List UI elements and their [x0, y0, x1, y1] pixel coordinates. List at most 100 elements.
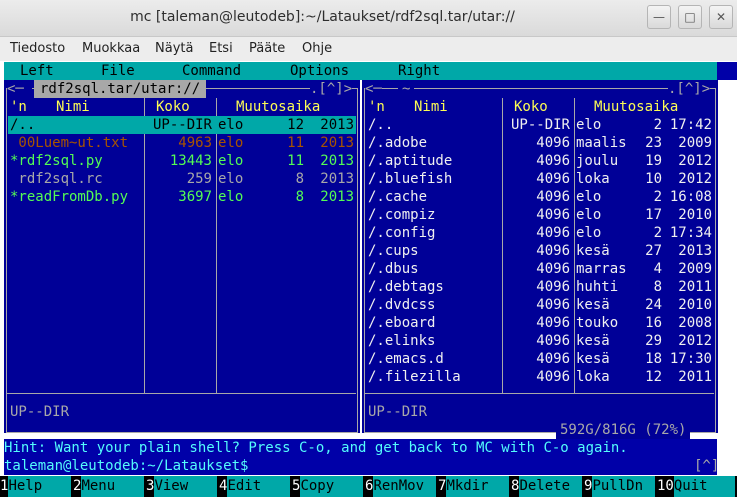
file-name: /.. — [368, 117, 394, 133]
left-col-size[interactable]: Koko — [156, 98, 190, 116]
file-size: 259 — [186, 171, 212, 187]
file-time: 2011 — [678, 279, 712, 295]
close-button[interactable]: ✕ — [709, 5, 733, 29]
file-time: 2010 — [678, 207, 712, 223]
window-title: mc [taleman@leutodeb]:~/Lataukset/rdf2sq… — [130, 9, 515, 25]
file-day: 2 — [653, 225, 662, 241]
right-col-name[interactable]: Nimi — [414, 98, 448, 116]
minimize-button[interactable]: — — [647, 5, 671, 29]
menu-tiedosto[interactable]: Tiedosto — [10, 41, 65, 56]
left-col-name[interactable]: Nimi — [56, 98, 90, 116]
file-month: elo — [218, 117, 244, 133]
right-col-time[interactable]: Muutosaika — [594, 98, 678, 116]
file-time: 2011 — [678, 369, 712, 385]
file-time: 2009 — [678, 261, 712, 277]
shell-prompt: taleman@leutodeb:~/Lataukset$ — [4, 458, 249, 474]
fkey-pulldn[interactable]: 9PullDn — [584, 476, 656, 497]
file-time: 2013 — [678, 243, 712, 259]
mc-menu-left[interactable]: Left — [20, 62, 54, 80]
file-day: 8 — [295, 189, 304, 205]
menu-muokkaa[interactable]: Muokkaa — [82, 41, 140, 56]
left-panel-status: UP--DIR — [10, 404, 70, 420]
close-icon: ✕ — [715, 10, 727, 24]
menu-ohje[interactable]: Ohje — [302, 41, 332, 56]
file-time: 2012 — [678, 333, 712, 349]
menu-nayta[interactable]: Näytä — [155, 41, 193, 56]
left-panel[interactable]: <─ rdf2sql.tar/utar:// .[^]> 'n Nimi Kok… — [4, 80, 360, 433]
fkey-menu[interactable]: 2Menu — [73, 476, 145, 497]
mc-menu-options[interactable]: Options — [290, 62, 349, 80]
file-day: 17 — [645, 207, 662, 223]
file-day: 16 — [645, 315, 662, 331]
fkey-delete[interactable]: 8Delete — [511, 476, 583, 497]
file-size: 13443 — [169, 153, 212, 169]
file-day: 8 — [295, 171, 304, 187]
mc-menu-right[interactable]: Right — [398, 62, 440, 80]
left-col-time[interactable]: Muutosaika — [236, 98, 320, 116]
fkey-number: 7 — [438, 478, 447, 494]
fkey-number: 8 — [511, 478, 520, 494]
menu-etsi[interactable]: Etsi — [209, 41, 233, 56]
right-col-size[interactable]: Koko — [514, 98, 548, 116]
file-name: /.elinks — [368, 333, 436, 349]
file-size: 4096 — [536, 297, 570, 313]
command-line[interactable]: taleman@leutodeb:~/Lataukset$ [^] — [4, 457, 719, 475]
terminal-menubar: Tiedosto Muokkaa Näytä Etsi Pääte Ohje — [0, 37, 737, 61]
mc-menu-command[interactable]: Command — [182, 62, 241, 80]
mc-menubar: Left File Command Options Right — [4, 62, 717, 80]
file-month: maalis — [576, 135, 627, 151]
left-panel-frame-left[interactable]: <─ — [7, 80, 33, 98]
file-month: kesä — [576, 297, 610, 313]
file-day: 8 — [653, 279, 662, 295]
file-size: 4096 — [536, 315, 570, 331]
fkey-quit[interactable]: 10Quit — [657, 476, 736, 497]
file-time: 2013 — [320, 135, 354, 151]
file-time: 2013 — [320, 117, 354, 133]
file-time: 2013 — [320, 171, 354, 187]
right-panel-frame-left[interactable]: <─ — [365, 80, 382, 98]
fkey-number: 6 — [365, 478, 374, 494]
terminal-scrollbar[interactable] — [717, 62, 737, 80]
right-disk-usage: 592G/816G (72%) — [556, 421, 691, 439]
file-name: /.dvdcss — [368, 297, 436, 313]
file-day: 2 — [653, 189, 662, 205]
fkey-number: 10 — [657, 478, 674, 494]
file-time: 2009 — [678, 135, 712, 151]
file-day: 4 — [653, 261, 662, 277]
fkey-copy[interactable]: 5Copy — [292, 476, 364, 497]
right-sort-indicator[interactable]: 'n — [368, 98, 385, 116]
file-time: 17:42 — [669, 117, 712, 133]
file-size: 4096 — [536, 261, 570, 277]
menu-paate[interactable]: Pääte — [249, 41, 285, 56]
file-day: 11 — [287, 135, 304, 151]
fkey-renmov[interactable]: 6RenMov — [365, 476, 437, 497]
prompt-scroll-indicator[interactable]: [^] — [694, 457, 719, 475]
fkey-help[interactable]: 1Help — [0, 476, 72, 497]
file-time: 17:30 — [669, 351, 712, 367]
minimize-icon: — — [653, 10, 665, 24]
file-name: /.bluefish — [368, 171, 453, 187]
right-panel-divider — [364, 393, 714, 394]
file-name: /.emacs.d — [368, 351, 444, 367]
maximize-button[interactable]: □ — [678, 5, 702, 29]
fkey-edit[interactable]: 4Edit — [219, 476, 291, 497]
left-panel-path[interactable]: rdf2sql.tar/utar:// — [34, 80, 207, 98]
left-sort-indicator[interactable]: 'n — [10, 98, 27, 116]
fkey-view[interactable]: 3View — [146, 476, 218, 497]
fkey-label: PullDn — [592, 476, 656, 497]
fkey-label: Help — [8, 476, 72, 497]
left-panel-frame-right[interactable]: .[^]> — [310, 80, 353, 98]
file-month: elo — [218, 171, 244, 187]
mc-menu-file[interactable]: File — [101, 62, 135, 80]
fkey-mkdir[interactable]: 7Mkdir — [438, 476, 510, 497]
file-name: /.debtags — [368, 279, 444, 295]
fkey-number: 3 — [146, 478, 155, 494]
right-panel[interactable]: <─ ~ .[^]> 'n Nimi Koko Muutosaika /.. UP… — [362, 80, 718, 439]
file-name: /.compiz — [368, 207, 436, 223]
file-name: /.cups — [368, 243, 419, 259]
file-month: elo — [576, 189, 602, 205]
right-panel-path[interactable]: ~ — [398, 80, 415, 98]
file-name: /.cache — [368, 189, 428, 205]
file-size: 4096 — [536, 243, 570, 259]
right-panel-frame-right[interactable]: .[^]> — [668, 80, 711, 98]
